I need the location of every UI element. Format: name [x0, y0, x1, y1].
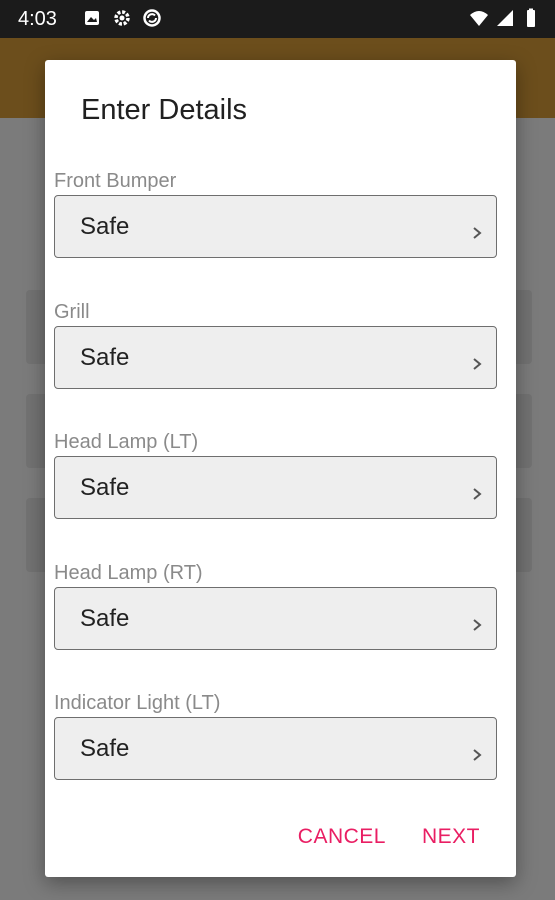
select-value: Safe	[80, 474, 130, 501]
sync-icon	[143, 9, 161, 27]
front-bumper-select[interactable]: Safe	[54, 195, 497, 258]
status-icons-left	[82, 8, 162, 28]
status-bar: 4:03	[0, 0, 555, 38]
field-label: Grill	[54, 301, 90, 323]
dialog-title: Enter Details	[81, 94, 248, 126]
cancel-button[interactable]: CANCEL	[298, 825, 386, 849]
next-button[interactable]: NEXT	[422, 825, 480, 849]
field-label: Front Bumper	[54, 170, 177, 192]
field-label: Head Lamp (RT)	[54, 562, 203, 584]
select-value: Safe	[80, 213, 130, 240]
dialog-actions: CANCEL NEXT	[298, 825, 480, 849]
wifi-icon	[470, 11, 488, 26]
image-icon	[85, 11, 99, 25]
status-icons-right	[469, 8, 541, 28]
head-lamp-lt-select[interactable]: Safe	[54, 456, 497, 519]
field-label: Head Lamp (LT)	[54, 431, 199, 453]
status-time: 4:03	[18, 8, 57, 30]
chevron-right-icon	[473, 358, 482, 370]
select-value: Safe	[80, 605, 130, 632]
head-lamp-rt-select[interactable]: Safe	[54, 587, 497, 650]
select-value: Safe	[80, 735, 130, 762]
battery-icon	[527, 8, 535, 27]
chevron-right-icon	[473, 749, 482, 761]
select-value: Safe	[80, 344, 130, 371]
chevron-right-icon	[473, 488, 482, 500]
indicator-light-lt-select[interactable]: Safe	[54, 717, 497, 780]
chevron-right-icon	[473, 619, 482, 631]
signal-icon	[497, 10, 513, 26]
enter-details-dialog: Enter Details Front Bumper Safe Grill Sa…	[45, 60, 516, 877]
chevron-right-icon	[473, 227, 482, 239]
field-label: Indicator Light (LT)	[54, 692, 221, 714]
grill-select[interactable]: Safe	[54, 326, 497, 389]
settings-gear-icon	[114, 10, 130, 26]
